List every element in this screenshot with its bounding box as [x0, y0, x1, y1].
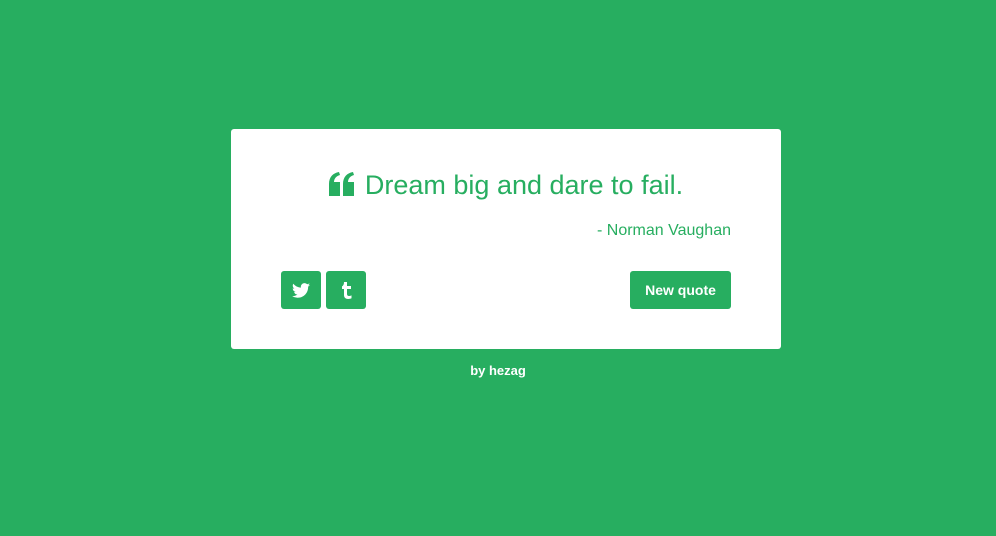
tumblr-icon	[341, 281, 351, 299]
new-quote-button[interactable]: New quote	[630, 271, 731, 309]
quote-author: - Norman Vaughan	[597, 222, 731, 239]
quote-card: Dream big and dare to fail. - Norman Vau…	[231, 129, 781, 349]
quote-text: Dream big and dare to fail.	[364, 170, 684, 200]
twitter-icon	[292, 282, 310, 298]
tumblr-share-button[interactable]	[326, 271, 366, 309]
tweet-button[interactable]	[281, 271, 321, 309]
footer-credit: by hezag	[470, 363, 526, 378]
quote-text-row: Dream big and dare to fail.	[231, 167, 781, 203]
quote-left-icon	[328, 171, 354, 196]
